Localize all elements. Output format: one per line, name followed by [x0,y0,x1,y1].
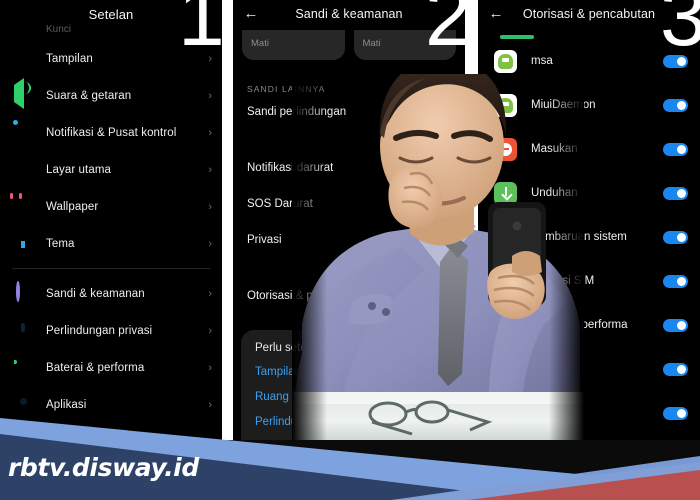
status-card[interactable]: Mati [242,30,345,60]
toggle-switch[interactable] [663,186,688,200]
flower-icon [12,196,34,218]
section-divider [12,268,210,269]
chevron-right-icon: › [208,52,212,65]
back-arrow-icon[interactable]: ← [243,6,259,22]
phone-screenshot-settings: Setelan Kunci Tampilan › Suara & getaran… [0,0,222,440]
back-arrow-icon[interactable]: ← [488,6,504,22]
lock-icon [12,280,34,305]
android-icon [494,49,517,73]
panel-gap-1 [222,0,233,440]
sidebar-item-label: Notifikasi & Pusat kontrol [46,126,177,139]
sidebar-item-label: Wallpaper [46,200,99,213]
screenshot-stage: Setelan Kunci Tampilan › Suara & getaran… [0,0,700,500]
bottom-banner [0,400,700,500]
page-title: Otorisasi & pencabutan [522,7,656,21]
status-card-row: Mati Mati [233,28,465,60]
toggle-switch[interactable] [663,318,688,332]
chevron-right-icon: › [208,163,212,176]
panel2-header: ← Sandi & keamanan [233,0,465,28]
status-card[interactable]: Mati [353,30,456,60]
sidebar-item-suara-getaran[interactable]: Suara & getaran › [0,77,222,114]
toggle-switch[interactable] [663,362,688,376]
page-title: Setelan [88,6,134,22]
sidebar-item-label: Sandi & keamanan [46,287,145,300]
sidebar-item-notifikasi[interactable]: Notifikasi & Pusat kontrol › [0,114,222,151]
sidebar-item-label: Suara & getaran [46,89,132,102]
app-name: msa [531,55,553,67]
sidebar-item-baterai-performa[interactable]: Baterai & performa › [0,349,222,386]
panel3-header: ← Otorisasi & pencabutan [478,0,700,28]
sidebar-item-label: Baterai & performa [46,361,145,374]
sidebar-item-tema[interactable]: Tema › [0,225,222,262]
panel1-header: Setelan [0,0,222,28]
sidebar-item-perlindungan-privasi[interactable]: Perlindungan privasi › [0,312,222,349]
notification-icon [12,122,34,144]
chevron-right-icon: › [208,287,212,300]
status-badge: Mati [251,38,269,49]
chevron-right-icon: › [208,361,212,374]
sidebar-item-label: Layar utama [46,163,112,176]
toggle-switch[interactable] [663,142,688,156]
sidebar-item-sandi-keamanan[interactable]: Sandi & keamanan › [0,275,222,312]
sun-icon [12,48,34,70]
page-title: Sandi & keamanan [295,7,403,21]
watermark-text: rbtv.disway.id [8,453,199,482]
photo-frustrated-man [292,74,584,440]
chevron-right-icon: › [208,89,212,102]
chevron-right-icon: › [208,237,212,250]
speaker-icon [12,77,34,109]
cut-off-label: Kunci [46,24,72,32]
toggle-switch[interactable] [663,98,688,112]
shield-icon [12,320,34,342]
toggle-switch[interactable] [663,230,688,244]
sidebar-item-label: Tampilan [46,52,93,65]
chevron-right-icon: › [208,324,212,337]
sidebar-item-wallpaper[interactable]: Wallpaper › [0,188,222,225]
sidebar-item-layar-utama[interactable]: Layar utama › [0,151,222,188]
chevron-right-icon: › [208,200,212,213]
home-icon [12,159,34,181]
status-badge: Mati [362,38,381,49]
toggle-switch[interactable] [663,274,688,288]
sidebar-item-label: Perlindungan privasi [46,324,153,337]
toggle-switch[interactable] [663,54,688,68]
theme-icon [12,233,34,255]
battery-icon [12,357,34,379]
chevron-right-icon: › [208,126,212,139]
sidebar-item-tampilan[interactable]: Tampilan › [0,40,222,77]
sidebar-item-label: Tema [46,237,75,250]
